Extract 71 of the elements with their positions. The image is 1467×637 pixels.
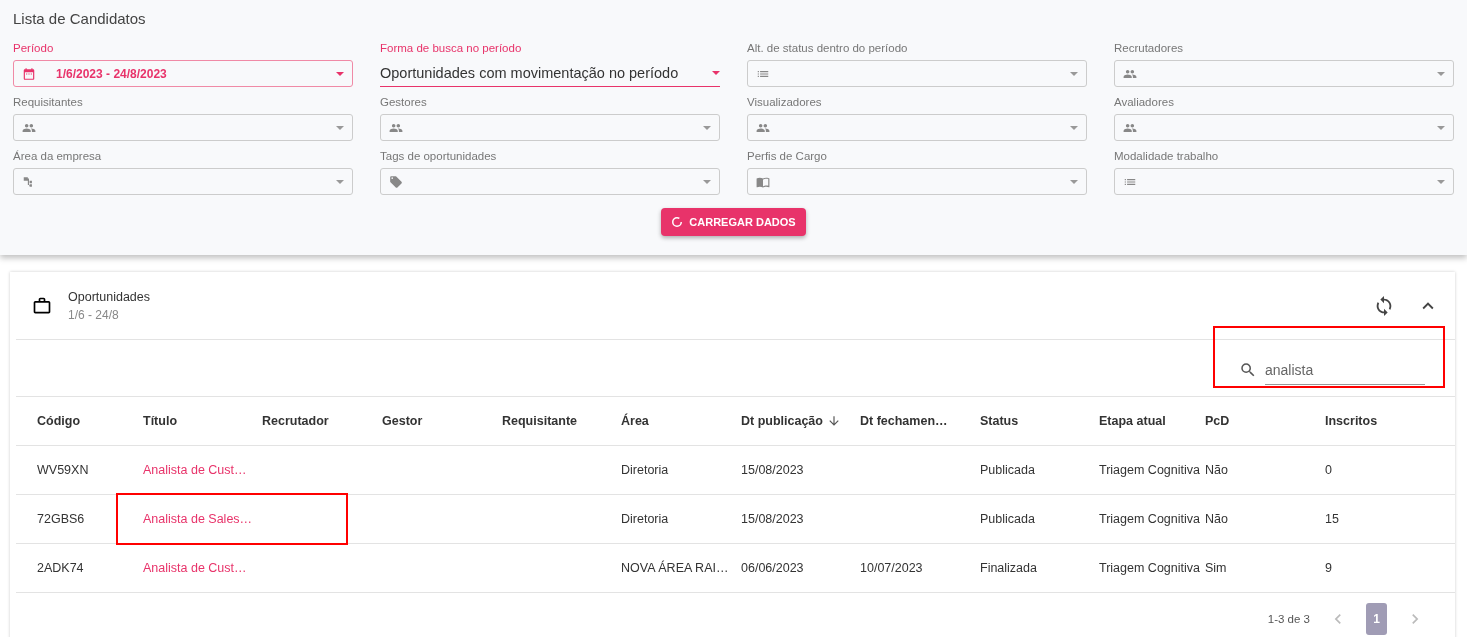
calendar-icon <box>22 66 36 81</box>
card-title: Oportunidades <box>68 289 150 304</box>
table-cell-text: 15/08/2023 <box>741 512 805 526</box>
column-header[interactable]: Etapa atual <box>1099 414 1205 428</box>
column-header[interactable]: Área <box>621 414 741 428</box>
page-title: Lista de Candidatos <box>13 10 147 27</box>
table-cell-text: Não <box>1205 463 1229 477</box>
select-field[interactable] <box>13 168 353 195</box>
table-cell-text: 72GBS6 <box>37 512 86 526</box>
select-field[interactable] <box>380 114 720 141</box>
column-header[interactable]: Dt fechamen… <box>860 414 980 428</box>
select-field[interactable] <box>747 168 1087 195</box>
table-cell-text: WV59XN <box>37 463 90 477</box>
field-label: Gestores <box>380 96 428 110</box>
search-field[interactable]: analista <box>1265 355 1425 385</box>
search-icon <box>1239 361 1257 379</box>
table-cell-text: NOVA ÁREA RAI… <box>621 561 730 575</box>
select-field[interactable] <box>13 114 353 141</box>
field-label: Requisitantes <box>13 96 84 110</box>
field-label: Recrutadores <box>1114 42 1185 56</box>
field-label: Tags de oportunidades <box>380 150 498 164</box>
table-cell-text: Publicada <box>980 512 1036 526</box>
table-cell-text: Diretoria <box>621 463 670 477</box>
column-header[interactable]: Recrutador <box>262 414 382 428</box>
card-subtitle: 1/6 - 24/8 <box>68 307 120 322</box>
spinner-icon <box>671 216 684 228</box>
column-header[interactable]: Gestor <box>382 414 502 428</box>
table-cell-text: Finalizada <box>980 561 1038 575</box>
select-field[interactable] <box>747 114 1087 141</box>
table-cell-text: 9 <box>1325 561 1333 575</box>
table-cell-text: 15 <box>1325 512 1340 526</box>
table-cell-text: 15/08/2023 <box>741 463 805 477</box>
table-cell-text: 06/06/2023 <box>741 561 805 575</box>
table-cell-text: Publicada <box>980 463 1036 477</box>
title-link[interactable]: Analista de Cust… <box>143 561 262 575</box>
column-header[interactable]: PcD <box>1205 414 1325 428</box>
select-field[interactable] <box>1114 168 1454 195</box>
field-label: Alt. de status dentro do período <box>747 42 909 56</box>
select-field[interactable] <box>1114 114 1454 141</box>
table-cell-text: Sim <box>1205 561 1228 575</box>
table-cell-text: Triagem Cognitiva <box>1099 561 1201 575</box>
field-label: Perfis de Cargo <box>747 150 828 164</box>
field-label: Modalidade trabalho <box>1114 150 1220 164</box>
title-link[interactable]: Analista de Cust… <box>143 463 262 477</box>
select-field[interactable] <box>1114 60 1454 87</box>
table-cell-text: 10/07/2023 <box>860 561 924 575</box>
table-cell-text: Não <box>1205 512 1229 526</box>
table-cell-text: Diretoria <box>621 512 670 526</box>
field-label: Período <box>13 42 55 56</box>
table-cell-text: 2ADK74 <box>37 561 85 575</box>
table-cell-text: Triagem Cognitiva <box>1099 512 1201 526</box>
briefcase-icon <box>32 295 52 316</box>
title-link[interactable]: Analista de Sales… <box>143 512 262 526</box>
field-label: Área da empresa <box>13 150 103 164</box>
table-cell-text: 0 <box>1325 463 1333 477</box>
select-field[interactable] <box>747 60 1087 87</box>
column-header[interactable]: Status <box>980 414 1099 428</box>
column-header[interactable]: Título <box>143 414 262 428</box>
column-header[interactable]: Inscritos <box>1325 414 1455 428</box>
column-header[interactable]: Código <box>37 414 143 428</box>
field-label: Visualizadores <box>747 96 823 110</box>
field-label: Forma de busca no período <box>380 42 523 56</box>
column-header[interactable]: Dt publicação <box>741 414 860 428</box>
column-header[interactable]: Requisitante <box>502 414 621 428</box>
select-field[interactable] <box>380 168 720 195</box>
pagination-range: 1-3 de 3 <box>1267 613 1310 625</box>
tag-icon <box>389 174 403 189</box>
load-data-button[interactable]: CARREGAR DADOS <box>661 208 806 236</box>
field-label: Avaliadores <box>1114 96 1175 110</box>
date-range-field[interactable]: 1/6/2023 - 24/8/2023 <box>13 60 353 87</box>
table-cell-text: Triagem Cognitiva <box>1099 463 1201 477</box>
